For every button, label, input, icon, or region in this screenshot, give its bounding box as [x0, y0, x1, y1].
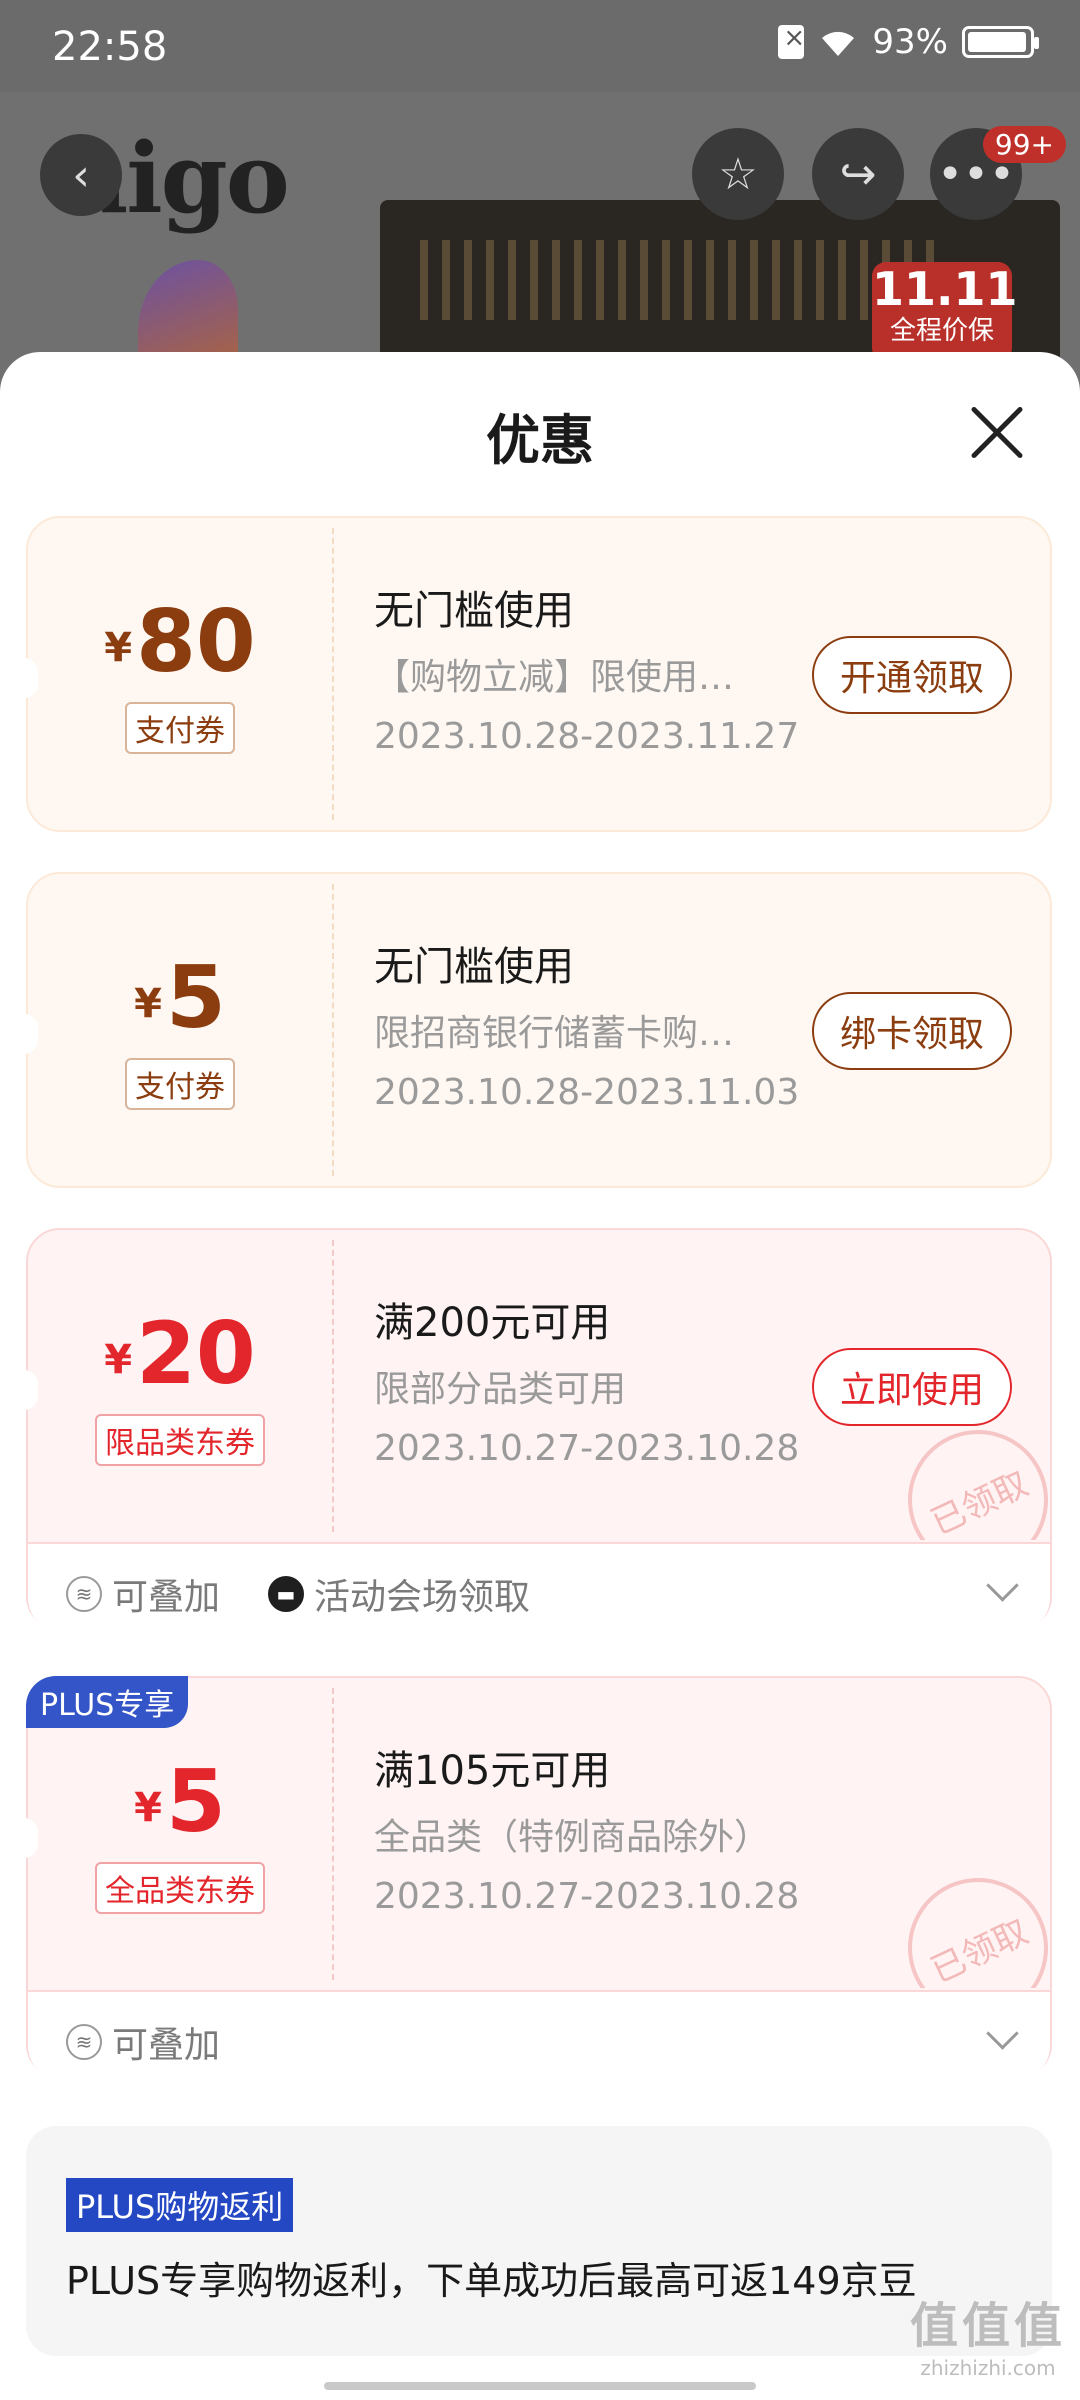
coupon-footer[interactable]: ≋ 可叠加 [28, 1990, 1050, 2080]
coupon-dates: 2023.10.27-2023.10.28 [374, 1876, 800, 1917]
coupon-card: ¥20 限品类东券 满200元可用 限部分品类可用 2023.10.27-202… [24, 1228, 1052, 1632]
status-icons: 93% [778, 22, 1039, 62]
coupon-desc: 全品类（特例商品除外） [374, 1817, 771, 1858]
coupon-title: 无门槛使用 [374, 588, 574, 634]
close-icon[interactable] [966, 402, 1026, 462]
battery-percent: 93% [872, 22, 948, 62]
coupon-card: ¥5 全品类东券 满105元可用 全品类（特例商品除外） 2023.10.27-… [24, 1676, 1052, 2080]
battery-icon [962, 26, 1039, 58]
claimed-stamp: 已领取 [902, 1430, 1052, 1540]
coupon-desc: 限招商银行储蓄卡购… [374, 1013, 735, 1054]
sheet-title: 优惠 [486, 409, 594, 472]
notification-badge: 99+ [982, 126, 1066, 163]
coupon-footer[interactable]: ≋ 可叠加 ▬ 活动会场领取 [28, 1542, 1050, 1632]
wifi-icon [822, 31, 855, 56]
share-button[interactable]: ↪ [812, 128, 904, 220]
claimed-stamp: 已领取 [902, 1878, 1052, 1988]
promo-badge: 11.11 全程价保 [872, 262, 1018, 362]
chevron-down-icon[interactable] [986, 2017, 1019, 2050]
coupon-desc: 限部分品类可用 [374, 1369, 627, 1410]
back-button[interactable]: ‹ [40, 134, 122, 216]
coupon-amount: ¥5 [134, 948, 226, 1048]
use-now-button[interactable]: 立即使用 [811, 1348, 1012, 1426]
coupon-sheet: 优惠 ¥80 支付券 无门槛使用 【购物立减】限使用… 2023.10.28-2… [0, 352, 1080, 2400]
coupon-dates: 2023.10.28-2023.11.03 [374, 1072, 800, 1113]
status-bar: 22:58 93% [0, 0, 1080, 92]
status-time: 22:58 [52, 24, 168, 70]
coupon-dates: 2023.10.28-2023.11.27 [374, 716, 800, 757]
no-sim-icon [778, 23, 805, 59]
coupon-dates: 2023.10.27-2023.10.28 [374, 1428, 800, 1469]
chevron-down-icon[interactable] [986, 1569, 1019, 1602]
coupon-card: ¥5 支付券 无门槛使用 限招商银行储蓄卡购… 2023.10.28-2023.… [24, 872, 1052, 1188]
coupon-amount: ¥5 [134, 1752, 226, 1852]
coupon-desc: 【购物立减】限使用… [374, 657, 735, 698]
plus-rebate-card: PLUS购物返利 PLUS专享购物返利，下单成功后最高可返149京豆 [26, 2126, 1052, 2356]
stack-icon: ≋ [66, 2024, 102, 2060]
favorite-button[interactable]: ☆ [692, 128, 784, 220]
coupon-type-tag: 限品类东券 [28, 1414, 332, 1466]
coupon-title: 满200元可用 [374, 1300, 611, 1346]
stackable-label: ≋ 可叠加 [66, 1568, 220, 1620]
open-claim-button[interactable]: 开通领取 [811, 636, 1012, 714]
home-indicator[interactable] [324, 2382, 756, 2390]
plus-exclusive-ribbon: PLUS专享 [26, 1676, 189, 1728]
coupon-type-tag: 支付券 [28, 702, 332, 754]
coupon-title: 满105元可用 [374, 1748, 611, 1794]
event-source-label: ▬ 活动会场领取 [268, 1568, 530, 1620]
bind-card-claim-button[interactable]: 绑卡领取 [811, 992, 1012, 1070]
coupon-amount: ¥20 [104, 1304, 256, 1404]
coupon-title: 无门槛使用 [374, 944, 574, 990]
coupon-card: ¥80 支付券 无门槛使用 【购物立减】限使用… 2023.10.28-2023… [24, 516, 1052, 832]
plus-rebate-text: PLUS专享购物返利，下单成功后最高可返149京豆 [66, 2259, 917, 2303]
stack-icon: ≋ [66, 1576, 102, 1612]
plus-rebate-tag: PLUS购物返利 [66, 2178, 294, 2232]
watermark: 值值值 zhizhizhi.com [909, 2298, 1066, 2380]
coupon-type-tag: 支付券 [28, 1058, 332, 1110]
event-icon: ▬ [268, 1576, 304, 1612]
coupon-type-tag: 全品类东券 [28, 1862, 332, 1914]
coupon-amount: ¥80 [104, 592, 256, 692]
stackable-label: ≋ 可叠加 [66, 2016, 220, 2068]
